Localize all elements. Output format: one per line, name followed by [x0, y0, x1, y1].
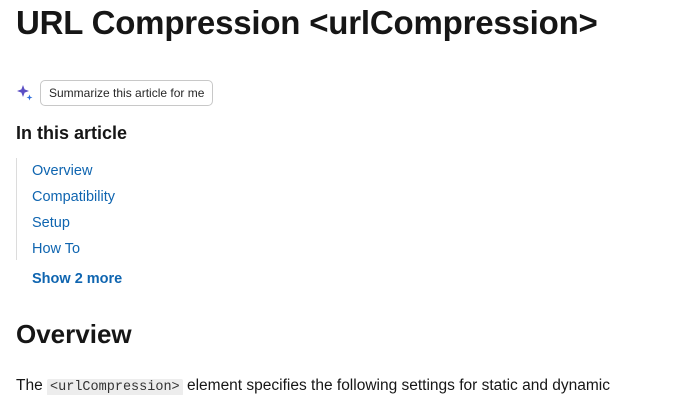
toc-link-how-to[interactable]: How To: [32, 241, 80, 257]
toc-link-setup[interactable]: Setup: [32, 215, 70, 231]
toc-item: How To: [17, 236, 115, 262]
page-title: URL Compression <urlCompression>: [16, 4, 598, 41]
inline-code: <urlCompression>: [47, 379, 183, 395]
section-heading-overview: Overview: [16, 319, 132, 349]
toc-link-overview[interactable]: Overview: [32, 163, 92, 179]
toc-item: Compatibility: [17, 184, 115, 210]
sparkle-icon: [17, 85, 33, 101]
article-page: URL Compression <urlCompression> Summari…: [0, 0, 700, 395]
show-more-button[interactable]: Show 2 more: [32, 268, 122, 290]
toc-item: Setup: [17, 210, 115, 236]
summarize-article-button[interactable]: Summarize this article for me: [40, 80, 214, 106]
paragraph-suffix: element specifies the following settings…: [186, 377, 610, 394]
paragraph-prefix: The: [16, 377, 43, 394]
toc-heading: In this article: [16, 123, 128, 143]
overview-paragraph: The <urlCompression> element specifies t…: [16, 374, 610, 395]
toc-link-compatibility[interactable]: Compatibility: [32, 189, 115, 205]
summarize-row: Summarize this article for me: [16, 80, 214, 106]
toc-list: Overview Compatibility Setup How To: [16, 158, 115, 260]
toc-item: Overview: [17, 158, 115, 184]
